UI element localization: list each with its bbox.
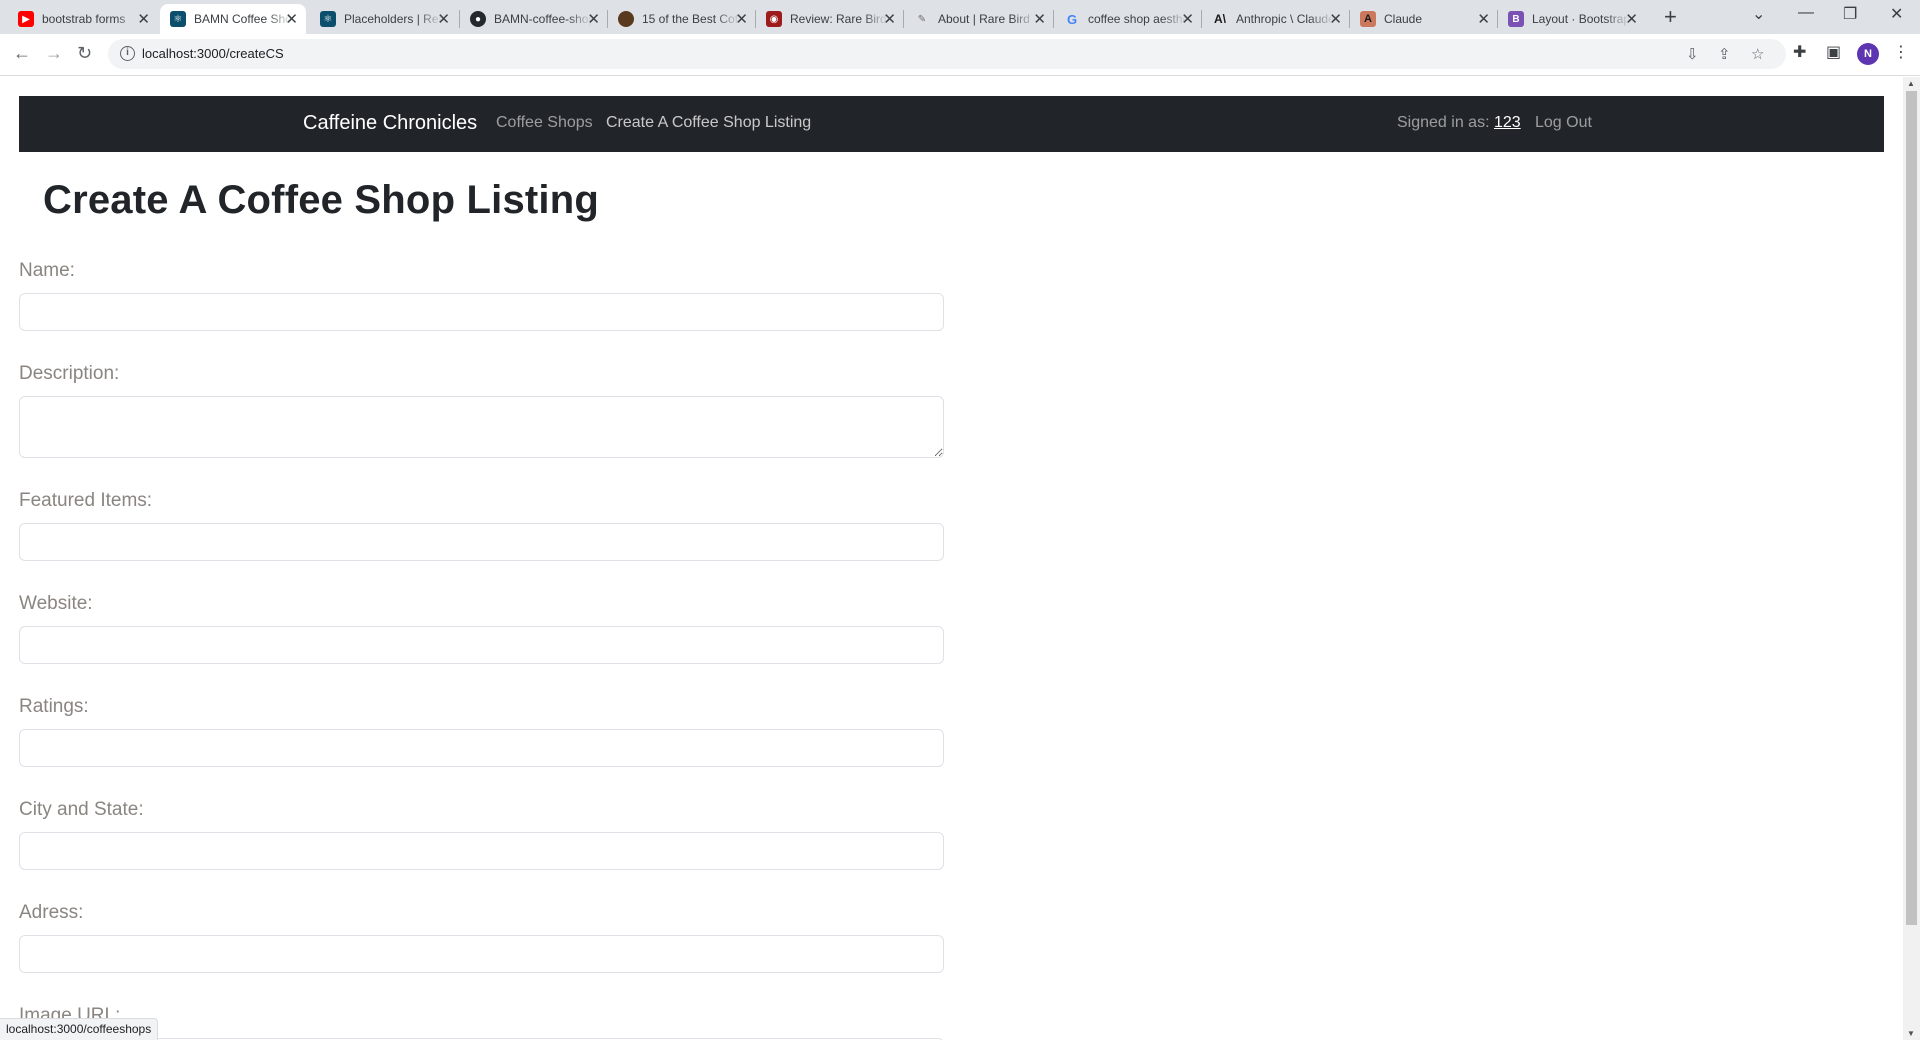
github-icon: ● <box>470 11 486 27</box>
link-hover-status-url: localhost:3000/coffeeshops <box>0 1018 159 1040</box>
feather-icon: ✎ <box>917 13 927 25</box>
tab-title: BAMN-coffee-shops <box>494 12 592 26</box>
address-input[interactable] <box>19 935 944 973</box>
browser-tab[interactable]: A\ Anthropic \ Claude ✕ <box>1202 4 1350 34</box>
browser-tab[interactable]: ◉ Review: Rare Bird ✕ <box>756 4 904 34</box>
close-icon[interactable]: ✕ <box>1329 10 1342 28</box>
minimize-icon[interactable]: — <box>1798 4 1814 22</box>
browser-tab[interactable]: ✎ About | Rare Bird ✕ <box>904 4 1054 34</box>
new-tab-plus-icon[interactable]: + <box>1664 5 1677 29</box>
signed-in-label: Signed in as: <box>1397 114 1490 131</box>
youtube-icon: ▶ <box>18 11 34 27</box>
page-scrollbar[interactable]: ▲ ▼ <box>1903 77 1920 1040</box>
close-icon[interactable]: ✕ <box>735 10 748 28</box>
description-textarea[interactable] <box>19 396 944 458</box>
nav-link-create-listing[interactable]: Create A Coffee Shop Listing <box>606 114 811 132</box>
page-title: Create A Coffee Shop Listing <box>43 178 600 222</box>
page-viewport: Caffeine Chronicles Coffee Shops Create … <box>0 77 1920 1040</box>
nav-link-coffee-shops[interactable]: Coffee Shops <box>496 114 593 132</box>
bookmark-star-icon[interactable]: ☆ <box>1751 45 1764 63</box>
close-icon[interactable]: ✕ <box>437 10 450 28</box>
extensions-puzzle-icon[interactable]: ✚ <box>1793 42 1806 62</box>
city-state-label: City and State: <box>19 799 144 820</box>
tab-title: Placeholders | React <box>344 12 442 26</box>
install-app-icon[interactable]: ⇩ <box>1686 45 1699 63</box>
close-icon[interactable]: ✕ <box>137 10 150 28</box>
site-navbar: Caffeine Chronicles Coffee Shops Create … <box>19 96 1884 152</box>
tab-title: Claude <box>1384 12 1423 26</box>
review-site-icon: ◉ <box>766 11 782 27</box>
claude-icon: A <box>1360 11 1376 27</box>
tab-title: About | Rare Bird <box>938 12 1030 26</box>
tab-title: Review: Rare Bird <box>790 12 887 26</box>
browser-toolbar: ← → ↻ i localhost:3000/createCS ⇩ ⇪ ☆ ✚ … <box>0 34 1920 76</box>
react-bootstrap-icon: ⚛ <box>320 11 336 27</box>
close-icon[interactable]: ✕ <box>1625 10 1638 28</box>
city-state-input[interactable] <box>19 832 944 870</box>
scrollbar-thumb[interactable] <box>1906 91 1917 925</box>
signed-in-status: Signed in as: 123 <box>1397 114 1521 132</box>
browser-tab[interactable]: 15 of the Best Coffee ✕ <box>608 4 756 34</box>
chrome-menu-icon[interactable]: ⋮ <box>1893 42 1909 62</box>
username-link[interactable]: 123 <box>1494 114 1521 131</box>
anthropic-icon: A\ <box>1214 12 1226 26</box>
ratings-label: Ratings: <box>19 696 89 717</box>
browser-tab[interactable]: ⚛ Placeholders | React ✕ <box>310 4 458 34</box>
browser-tab[interactable]: G coffee shop aesthetic ✕ <box>1054 4 1202 34</box>
browser-tab[interactable]: ▶ bootstrab forms ✕ <box>8 4 158 34</box>
description-label: Description: <box>19 363 120 384</box>
side-panel-icon[interactable]: ▣ <box>1826 42 1841 62</box>
google-icon: G <box>1066 11 1078 27</box>
address-bar[interactable]: i localhost:3000/createCS ⇩ ⇪ ☆ <box>108 39 1786 69</box>
browser-tab[interactable]: A Claude ✕ <box>1350 4 1498 34</box>
name-label: Name: <box>19 260 75 281</box>
logout-link[interactable]: Log Out <box>1535 114 1592 132</box>
name-input[interactable] <box>19 293 944 331</box>
tab-title: coffee shop aesthetic <box>1088 12 1186 26</box>
featured-items-label: Featured Items: <box>19 490 153 511</box>
tab-title: Anthropic \ Claude <box>1236 12 1334 26</box>
restore-icon[interactable]: ❐ <box>1843 4 1857 24</box>
website-input[interactable] <box>19 626 944 664</box>
close-icon[interactable]: ✕ <box>1033 10 1046 28</box>
address-label: Adress: <box>19 902 84 923</box>
close-icon[interactable]: ✕ <box>1477 10 1490 28</box>
tab-search-chevron-icon[interactable]: ⌄ <box>1752 4 1765 24</box>
reload-icon[interactable]: ↻ <box>77 43 92 64</box>
forward-arrow-icon[interactable]: → <box>45 43 63 64</box>
close-icon[interactable]: ✕ <box>587 10 600 28</box>
tab-title: BAMN Coffee Shops <box>194 12 292 26</box>
tab-title: Layout · Bootstrap <box>1532 12 1630 26</box>
featured-items-input[interactable] <box>19 523 944 561</box>
react-icon: ⚛ <box>170 11 186 27</box>
tab-title: 15 of the Best Coffee <box>642 12 740 26</box>
back-arrow-icon[interactable]: ← <box>13 43 31 64</box>
site-info-icon[interactable]: i <box>120 46 135 61</box>
ratings-input[interactable] <box>19 729 944 767</box>
website-label: Website: <box>19 593 93 614</box>
close-icon[interactable]: ✕ <box>285 10 298 28</box>
bootstrap-icon: B <box>1508 11 1524 27</box>
window-close-icon[interactable]: ✕ <box>1890 4 1903 24</box>
address-bar-url[interactable]: localhost:3000/createCS <box>142 46 284 61</box>
browser-tab-strip: ▶ bootstrab forms ✕ ⚛ BAMN Coffee Shops … <box>0 0 1920 34</box>
tab-title: bootstrab forms <box>42 12 126 26</box>
close-icon[interactable]: ✕ <box>883 10 896 28</box>
browser-tab[interactable]: ● BAMN-coffee-shops ✕ <box>460 4 608 34</box>
scroll-down-arrow-icon[interactable]: ▼ <box>1907 1029 1915 1038</box>
browser-tab-active[interactable]: ⚛ BAMN Coffee Shops ✕ <box>160 4 306 34</box>
navbar-brand[interactable]: Caffeine Chronicles <box>303 112 477 135</box>
profile-avatar[interactable]: N <box>1857 43 1879 65</box>
scroll-up-arrow-icon[interactable]: ▲ <box>1907 79 1915 88</box>
share-icon[interactable]: ⇪ <box>1718 45 1731 63</box>
coffee-bean-icon <box>618 11 634 27</box>
browser-tab[interactable]: B Layout · Bootstrap ✕ <box>1498 4 1646 34</box>
close-icon[interactable]: ✕ <box>1181 10 1194 28</box>
